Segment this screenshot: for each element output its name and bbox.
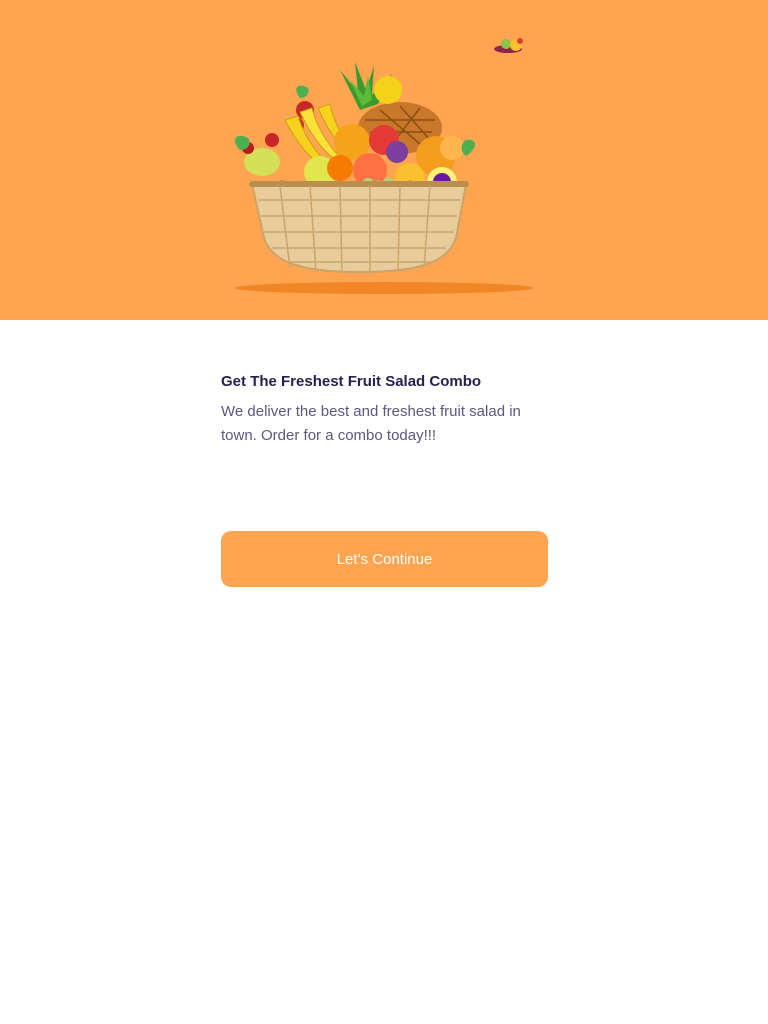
basket-shadow bbox=[234, 282, 534, 294]
onboarding-text: Get The Freshest Fruit Salad Combo We de… bbox=[221, 372, 548, 448]
continue-button[interactable]: Let’s Continue bbox=[221, 531, 548, 587]
basket bbox=[249, 181, 469, 274]
plum bbox=[386, 141, 408, 163]
hero-banner bbox=[0, 0, 768, 320]
fruit-basket-illustration bbox=[234, 38, 534, 294]
small-fruits-icon bbox=[494, 38, 523, 53]
onboarding-headline: Get The Freshest Fruit Salad Combo bbox=[221, 373, 482, 390]
onboarding-description: We deliver the best and freshest fruit s… bbox=[221, 403, 521, 444]
